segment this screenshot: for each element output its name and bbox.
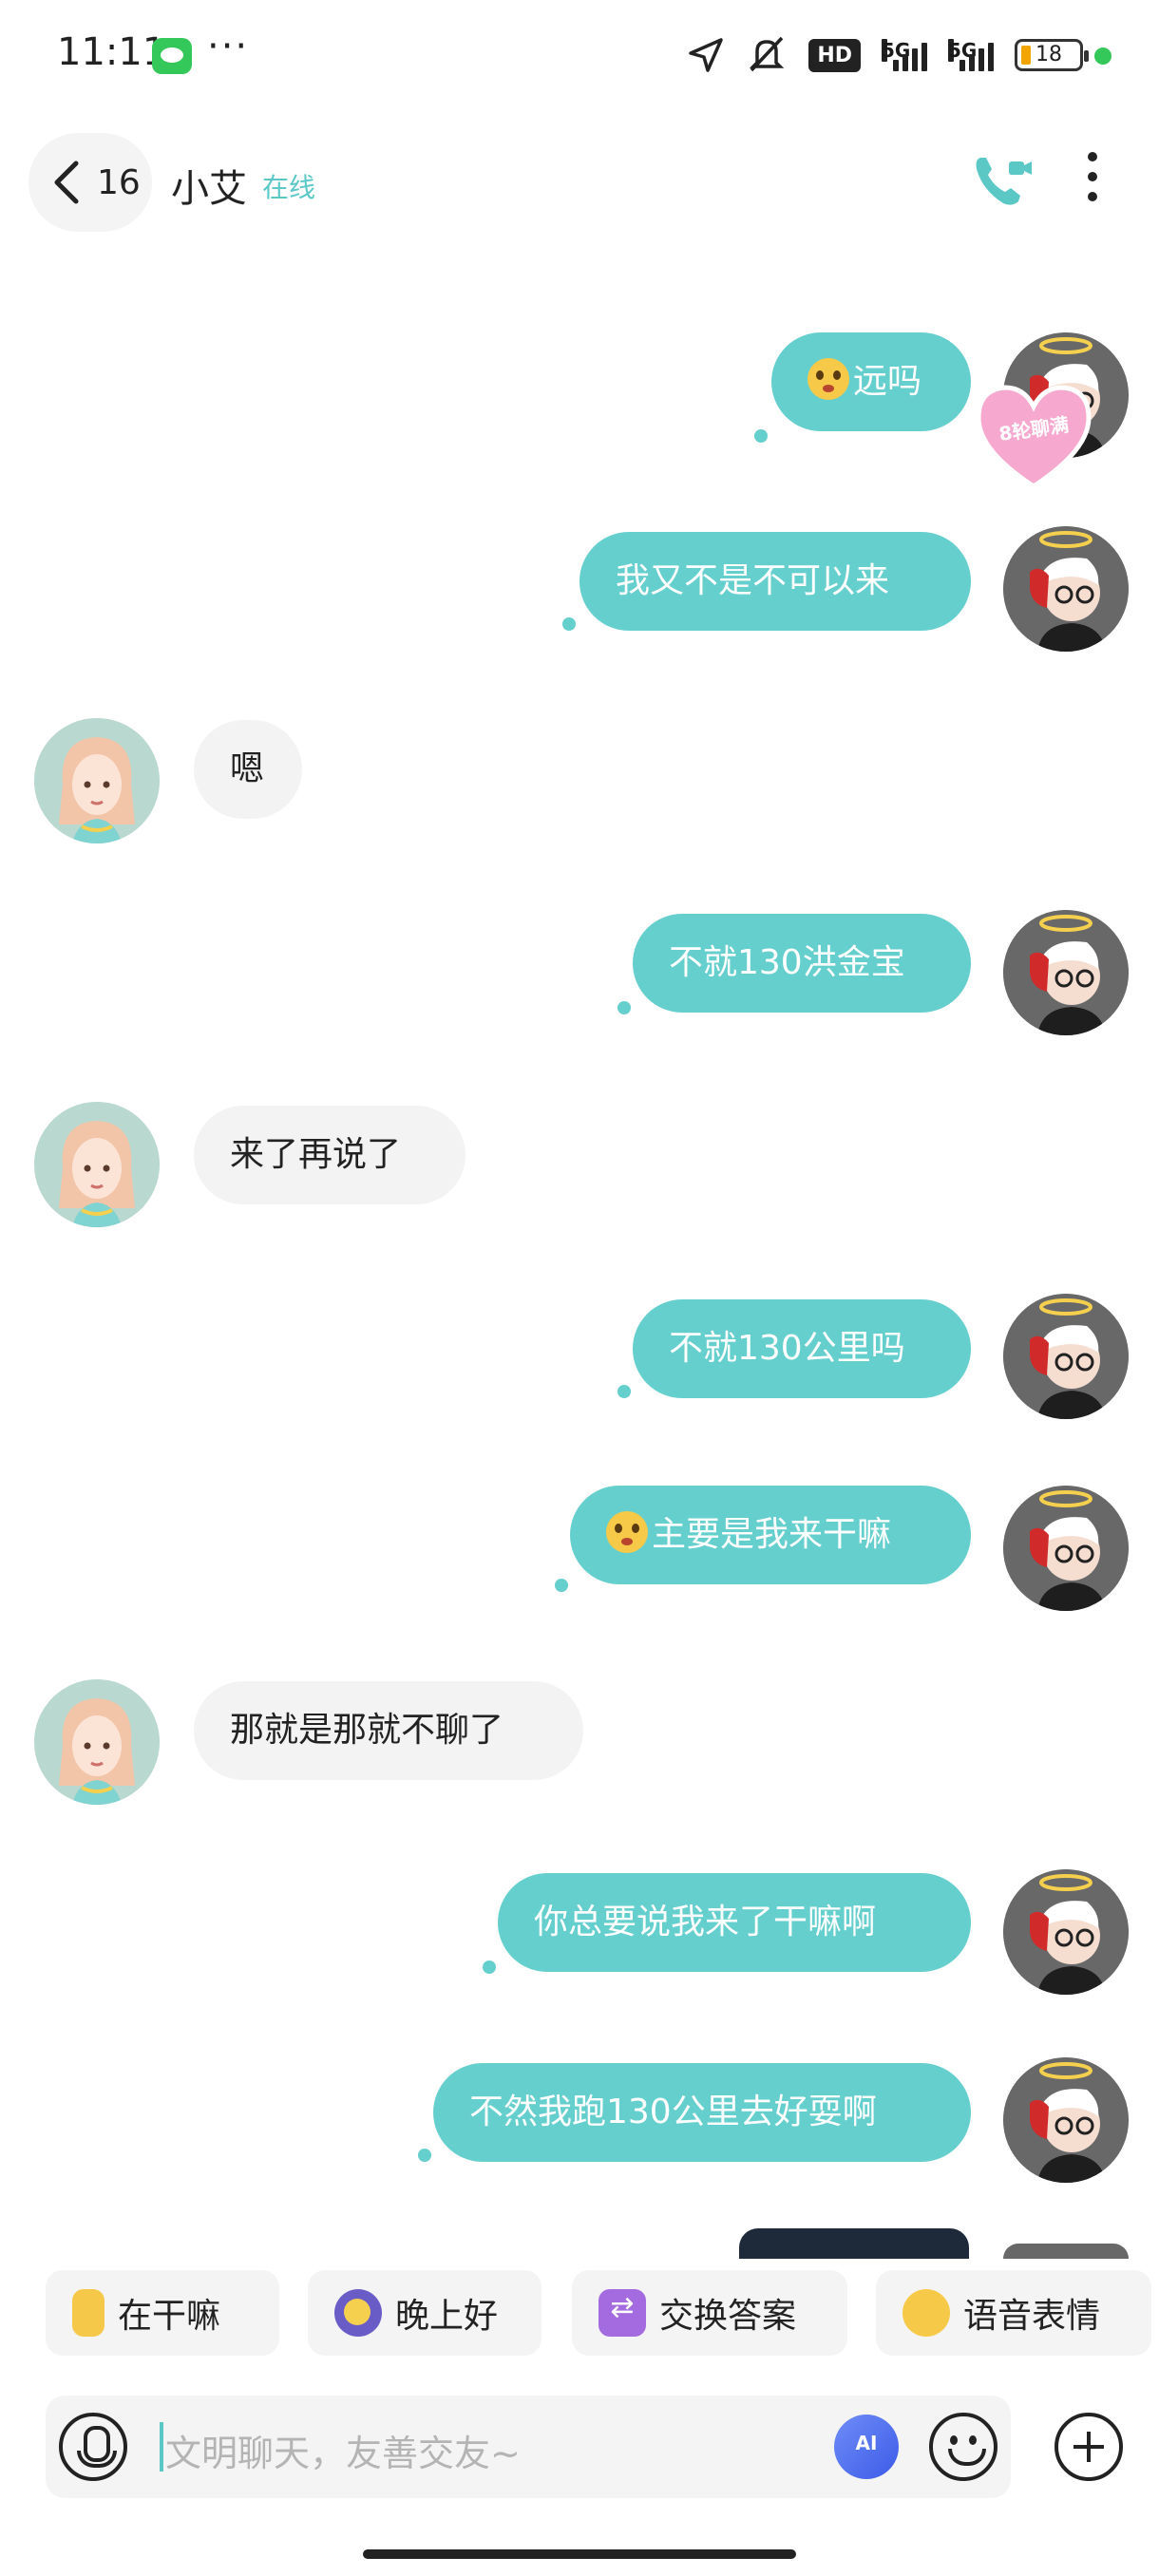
battery-icon: 18 [1015, 39, 1089, 71]
image-message-thumbnail[interactable] [739, 2228, 969, 2259]
unread-count: 16 [97, 162, 141, 202]
voice-emoji-icon [902, 2289, 950, 2337]
more-menu-icon[interactable] [1074, 152, 1112, 218]
busy-icon [72, 2289, 104, 2337]
message-text: 你总要说我来了干嘛啊 [534, 1903, 877, 1941]
my-avatar[interactable] [1003, 1869, 1129, 1995]
message-bubble-sent[interactable]: 不然我跑130公里去好耍啊 [433, 2063, 971, 2162]
status-bar: 11:11 ··· HD 5G 5G 18 [0, 0, 1159, 114]
bubble-tail [754, 429, 768, 443]
message-text: 我又不是不可以来 [616, 561, 890, 600]
wechat-notification-icon [152, 38, 192, 74]
message-text: 嗯 [230, 749, 265, 788]
message-input-bar: 文明聊天，友善交友~ [46, 2396, 1011, 2498]
swap-icon [598, 2289, 646, 2337]
chat-header: 16 小艾 在线 [0, 123, 1159, 247]
message-bubble-received[interactable]: 来了再说了 [194, 1106, 466, 1204]
message-text: 来了再说了 [230, 1135, 402, 1174]
message-text: 主要是我来干嘛 [652, 1515, 892, 1554]
ai-assist-icon[interactable] [834, 2415, 899, 2479]
bubble-tail [562, 617, 576, 631]
quick-reply-label: 在干嘛 [118, 2297, 221, 2336]
message-bubble-sent[interactable]: 不就130洪金宝 [633, 914, 971, 1013]
message-input[interactable]: 文明聊天，友善交友~ [165, 2424, 521, 2476]
my-avatar[interactable] [1003, 2057, 1129, 2183]
quick-reply-label: 交换答案 [659, 2297, 797, 2336]
message-bubble-sent[interactable]: 你总要说我来了干嘛啊 [498, 1873, 971, 1972]
emoji-flushed-icon [606, 1511, 648, 1553]
quick-reply-chip[interactable]: 在干嘛 [46, 2270, 279, 2356]
quick-reply-label: 晚上好 [395, 2297, 499, 2336]
hd-voice-icon: HD [808, 38, 861, 72]
status-time: 11:11 [57, 30, 167, 74]
my-avatar[interactable] [1003, 910, 1129, 1035]
voice-input-icon[interactable] [59, 2413, 127, 2481]
message-bubble-received[interactable]: 那就是那就不聊了 [194, 1681, 583, 1780]
message-bubble-sent[interactable]: 远吗 [771, 332, 971, 431]
bubble-tail [555, 1579, 568, 1592]
quick-reply-chip[interactable]: 交换答案 [572, 2270, 847, 2356]
my-avatar[interactable] [1003, 1294, 1129, 1419]
network-type-2: 5G [948, 39, 978, 62]
emoji-picker-icon[interactable] [929, 2413, 998, 2481]
location-icon [689, 38, 724, 72]
message-bubble-received[interactable]: 嗯 [194, 720, 302, 819]
quick-reply-chip[interactable]: 晚上好 [308, 2270, 542, 2356]
privacy-dot-icon [1094, 47, 1112, 65]
message-bubble-sent[interactable]: 我又不是不可以来 [580, 532, 971, 631]
my-avatar[interactable] [1003, 2244, 1129, 2259]
status-more: ··· [207, 25, 250, 68]
message-bubble-sent[interactable]: 主要是我来干嘛 [570, 1486, 971, 1584]
message-text: 不就130洪金宝 [669, 943, 905, 982]
message-text: 远吗 [853, 362, 922, 401]
message-text: 不就130公里吗 [669, 1329, 905, 1368]
moon-icon [334, 2289, 382, 2337]
add-attachment-icon[interactable] [1054, 2413, 1123, 2481]
contact-avatar[interactable] [34, 1102, 160, 1227]
contact-name[interactable]: 小艾 [171, 158, 247, 213]
my-avatar[interactable] [1003, 526, 1129, 652]
quick-reply-label: 语音表情 [963, 2297, 1101, 2336]
message-text: 那就是那就不聊了 [230, 1711, 504, 1750]
status-icons: HD 5G 5G 18 [687, 32, 1089, 78]
call-icon[interactable] [967, 148, 1034, 215]
signal-icon-2: 5G [948, 39, 994, 71]
bubble-tail [418, 2149, 431, 2162]
battery-level: 18 [1036, 43, 1062, 66]
mute-icon [750, 36, 785, 72]
chat-rounds-heart-badge[interactable]: 8轮聊满 [971, 380, 1096, 492]
bubble-tail [483, 1960, 496, 1974]
chevron-left-icon [54, 161, 79, 204]
my-avatar[interactable] [1003, 1486, 1129, 1611]
online-status: 在线 [262, 172, 316, 203]
message-bubble-sent[interactable]: 不就130公里吗 [633, 1299, 971, 1398]
bubble-tail [618, 1385, 631, 1398]
emoji-flushed-icon [808, 358, 849, 400]
signal-icon-1: 5G [882, 39, 927, 71]
back-button[interactable]: 16 [28, 133, 152, 232]
contact-avatar[interactable] [34, 1679, 160, 1805]
quick-reply-chip[interactable]: 语音表情 [876, 2270, 1151, 2356]
text-cursor [160, 2422, 163, 2472]
network-type-1: 5G [882, 39, 911, 62]
home-indicator[interactable] [363, 2549, 796, 2559]
quick-reply-bar: 在干嘛 晚上好 交换答案 语音表情 [0, 2270, 1159, 2361]
contact-avatar[interactable] [34, 718, 160, 843]
message-text: 不然我跑130公里去好耍啊 [469, 2093, 877, 2131]
bubble-tail [618, 1001, 631, 1014]
